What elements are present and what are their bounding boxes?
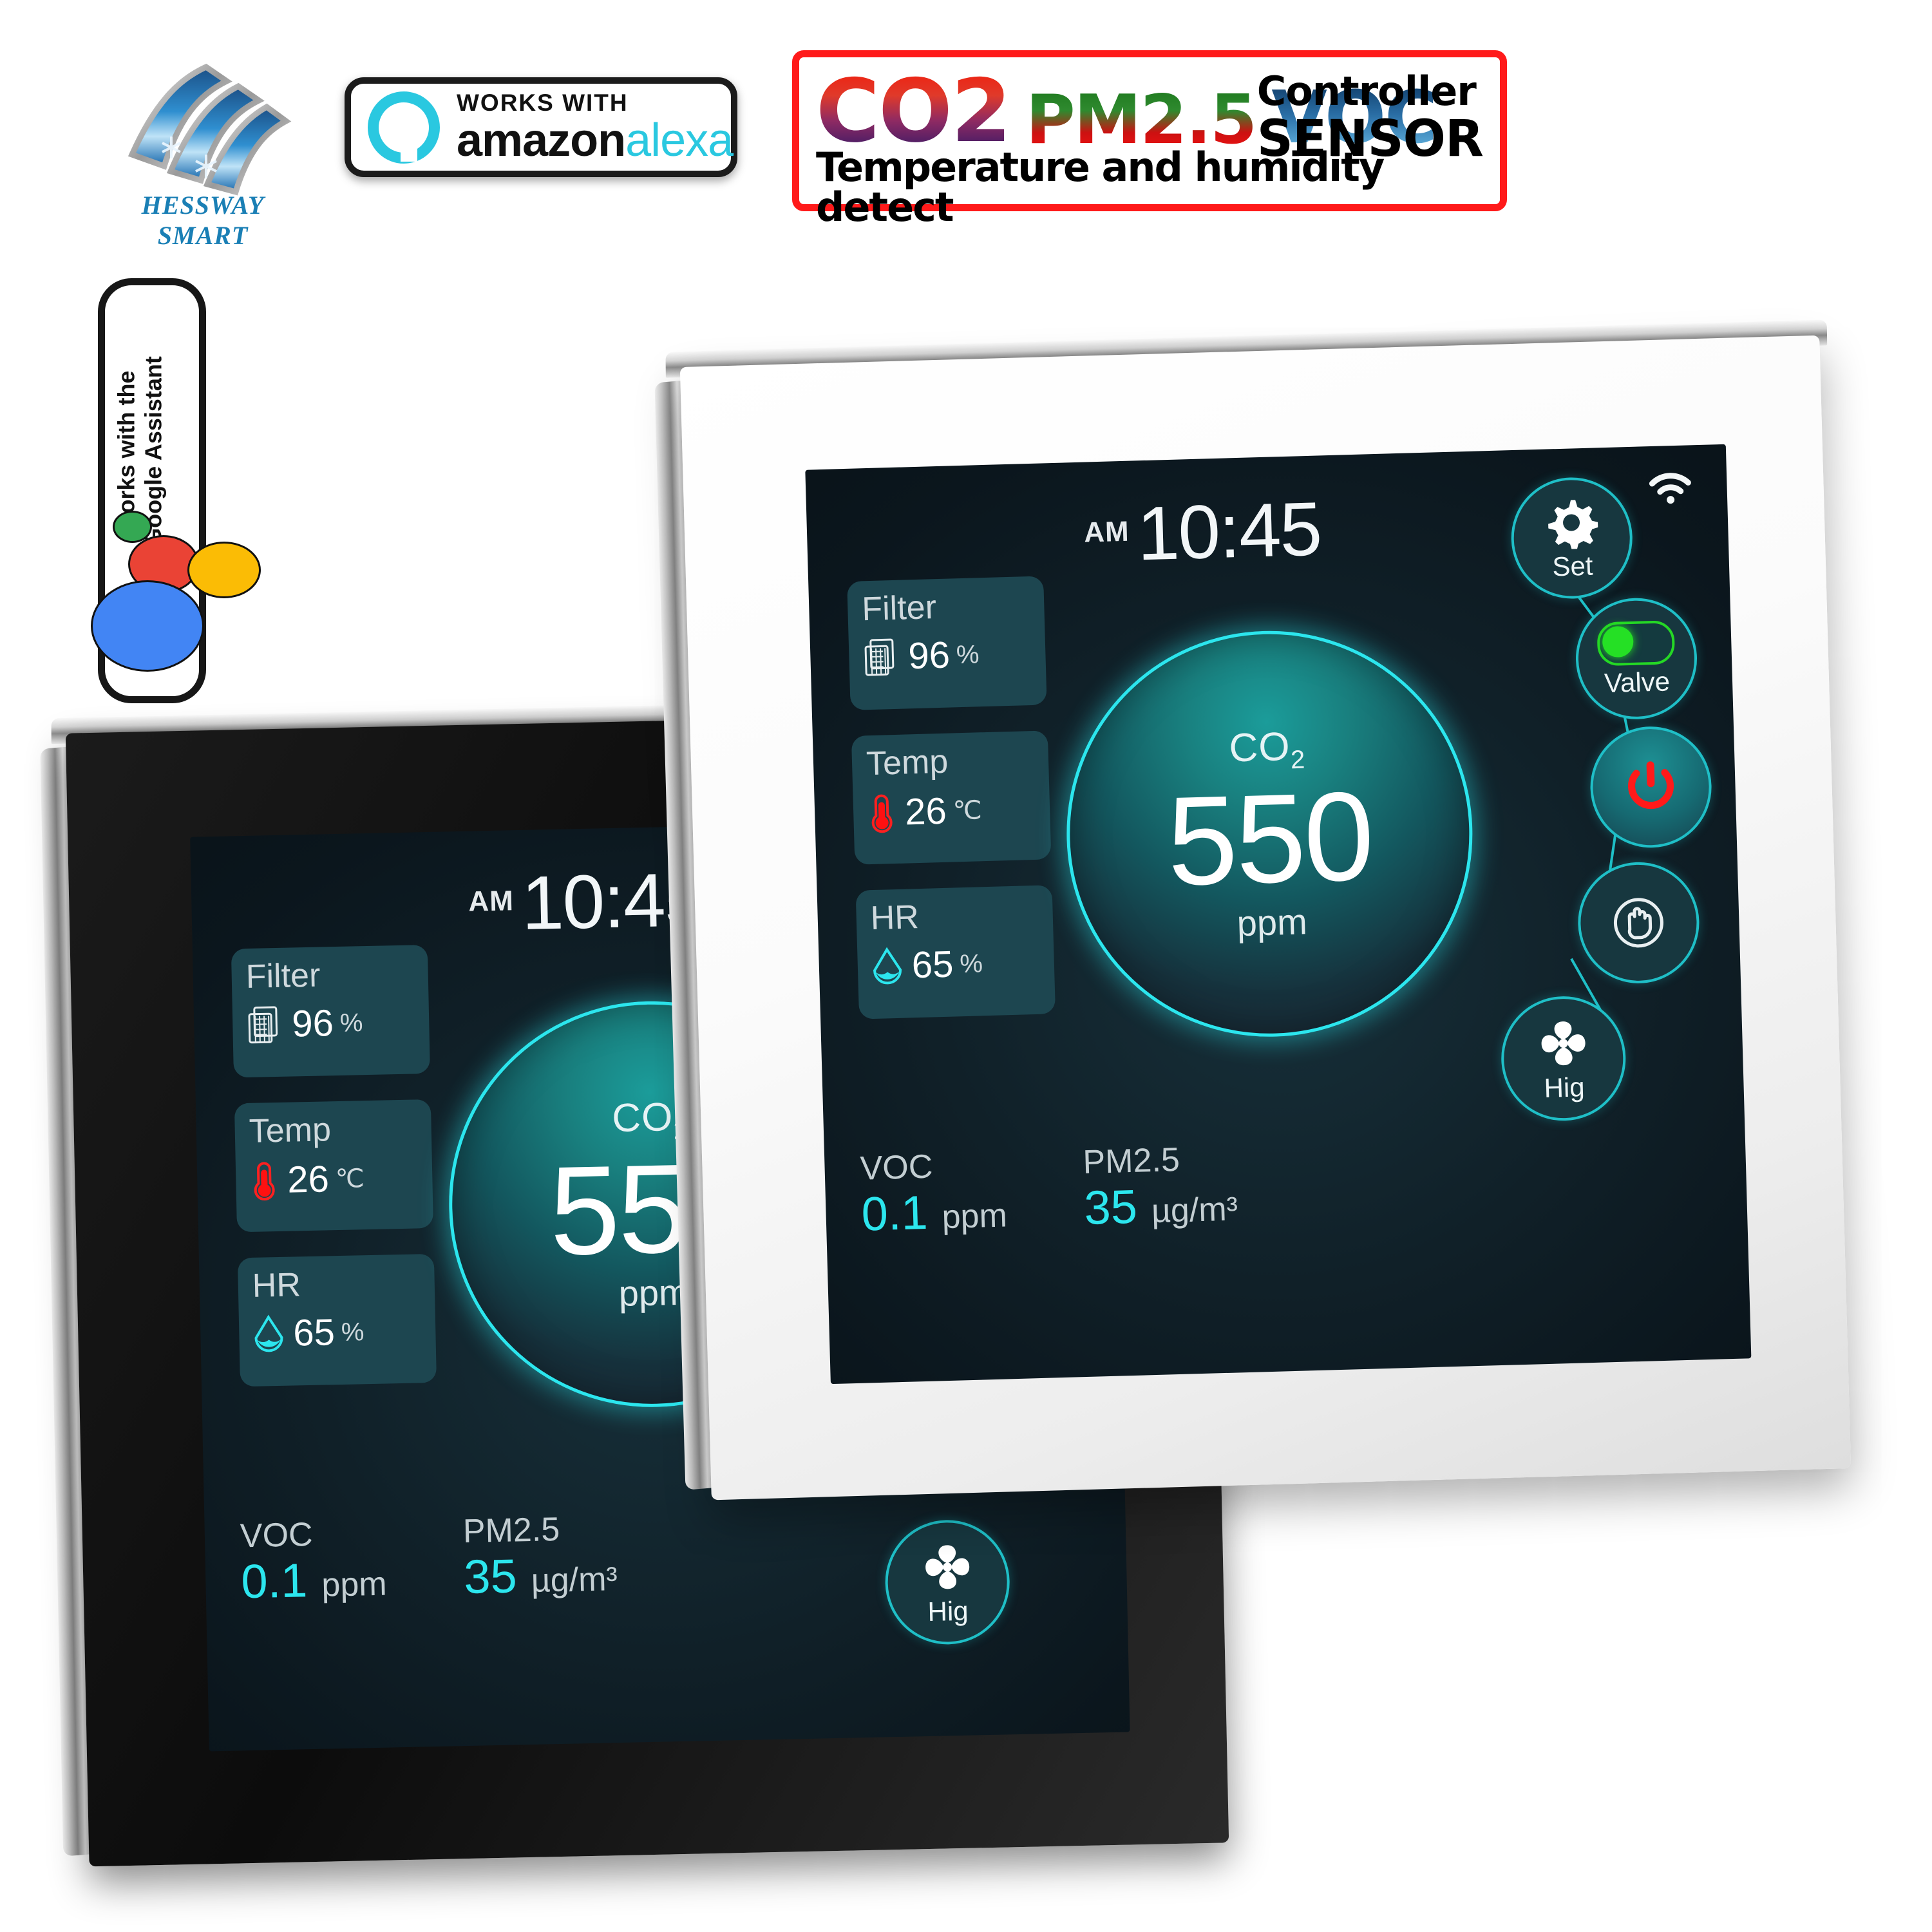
product-feature-banner: CO2 PM2.5 VOC Temperature and humidity d… — [792, 50, 1507, 227]
readout-pm25-value: 35 — [463, 1548, 518, 1604]
google-assistant-dots-icon — [91, 504, 261, 678]
readout-voc-unit-white: ppm — [941, 1196, 1008, 1236]
tile-filter-label-white: Filter — [861, 589, 937, 629]
device-panel-white: AM 10:45 Filter 96 % Temp 26 ℃ HR 65 % C… — [654, 319, 1852, 1501]
tile-temp-value: 26 — [287, 1158, 330, 1201]
readout-pm25-unit: µg/m³ — [531, 1560, 618, 1600]
banner-co2-label: CO2 — [816, 60, 1012, 162]
readout-pm25: PM2.5 35 µg/m³ — [462, 1510, 618, 1604]
tile-filter-unit: % — [339, 1008, 363, 1037]
readout-pm25-value-white: 35 — [1083, 1179, 1138, 1235]
filter-grid-icon — [864, 638, 895, 676]
readout-pm25-white: PM2.5 35 µg/m³ — [1082, 1141, 1238, 1235]
co2-gauge-white[interactable]: CO2 550 ppm — [1061, 625, 1479, 1043]
tile-filter-white[interactable]: Filter 96 % — [847, 576, 1047, 710]
tile-temp-label-white: Temp — [866, 743, 949, 783]
fan-speed-button[interactable]: Hig — [1499, 994, 1627, 1122]
hand-icon — [1613, 898, 1663, 948]
alexa-ring-icon — [368, 91, 440, 164]
tile-filter-value: 96 — [291, 1002, 334, 1045]
readout-voc-label-white: VOC — [859, 1148, 934, 1188]
alexa-alexa-label: alexa — [625, 115, 734, 166]
banner-pm25-label: PM2.5 — [1025, 80, 1257, 160]
readouts-row-black: VOC 0.1 ppm PM2.5 35 µg/m³ — [240, 1510, 618, 1608]
fan-speed-label-black: Hig — [927, 1595, 969, 1627]
tile-temp-label: Temp — [249, 1111, 332, 1150]
tile-humidity-white[interactable]: HR 65 % — [855, 885, 1056, 1019]
readout-pm25-unit-white: µg/m³ — [1151, 1189, 1238, 1230]
gear-icon — [1548, 500, 1599, 550]
tile-filter-value-white: 96 — [907, 634, 951, 677]
tile-humidity[interactable]: HR 65 % — [237, 1253, 437, 1387]
readout-voc-unit: ppm — [321, 1565, 388, 1604]
fan-icon — [925, 1544, 969, 1589]
readout-pm25-label-white: PM2.5 — [1082, 1141, 1180, 1182]
power-button[interactable] — [1588, 724, 1714, 849]
readout-voc-value: 0.1 — [240, 1553, 308, 1608]
tile-humidity-value: 65 — [292, 1311, 336, 1354]
tile-filter-unit-white: % — [956, 639, 980, 669]
hessway-wordmark: HESSWAY SMART — [141, 191, 265, 250]
settings-label: Set — [1551, 550, 1594, 582]
tile-humidity-value-white: 65 — [911, 943, 954, 987]
toggle-icon[interactable] — [1596, 620, 1676, 667]
settings-button[interactable]: Set — [1510, 475, 1634, 601]
humidity-drop-icon — [873, 947, 902, 985]
works-with-alexa-badge: WORKS WITH amazonalexa — [345, 77, 737, 177]
clock-ampm: AM — [468, 884, 515, 918]
tile-temp[interactable]: Temp 26 ℃ — [234, 1099, 433, 1233]
filter-grid-icon — [248, 1006, 278, 1044]
snowflake-wave-logo-icon — [128, 63, 292, 196]
fan-speed-button-black[interactable]: Hig — [884, 1519, 1011, 1646]
tile-temp-white[interactable]: Temp 26 ℃ — [851, 730, 1052, 865]
readout-voc-white: VOC 0.1 ppm — [859, 1147, 1008, 1241]
co2-gauge-unit: ppm — [618, 1271, 690, 1314]
alexa-amazon-label: amazon — [457, 115, 626, 166]
manual-mode-button[interactable] — [1576, 860, 1701, 985]
fan-icon — [1541, 1021, 1586, 1065]
tile-humidity-label-white: HR — [869, 898, 920, 938]
power-icon — [1628, 761, 1674, 810]
device-white-screen: AM 10:45 Filter 96 % Temp 26 ℃ HR 65 % C… — [805, 444, 1752, 1385]
co2-gauge-unit-white: ppm — [1236, 901, 1308, 944]
humidity-drop-icon — [254, 1314, 283, 1352]
readout-voc-value-white: 0.1 — [860, 1185, 929, 1241]
thermometer-icon — [254, 1162, 275, 1201]
tile-filter[interactable]: Filter 96 % — [231, 945, 430, 1078]
tile-temp-unit: ℃ — [335, 1164, 365, 1194]
banner-controller-label: Controller — [1256, 68, 1477, 115]
valve-label: Valve — [1604, 666, 1671, 699]
works-with-google-assistant-badge: works with the Google Assistant — [91, 278, 261, 703]
clock-time-white: 10:45 — [1135, 486, 1322, 577]
hessway-logo: HESSWAY SMART — [97, 58, 309, 250]
tile-temp-unit-white: ℃ — [952, 796, 983, 826]
alexa-works-with-label: WORKS WITH — [457, 90, 629, 116]
clock-ampm-white: AM — [1083, 515, 1130, 549]
fan-speed-label: Hig — [1543, 1071, 1586, 1103]
tile-filter-label: Filter — [245, 956, 321, 996]
tile-humidity-unit-white: % — [959, 949, 983, 978]
tile-temp-value-white: 26 — [904, 790, 947, 833]
thermometer-icon — [871, 794, 893, 833]
readout-pm25-label: PM2.5 — [462, 1510, 560, 1551]
tile-humidity-unit: % — [341, 1317, 365, 1347]
tile-humidity-label: HR — [252, 1266, 301, 1305]
banner-sensor-label: SENSOR — [1256, 110, 1484, 168]
wifi-icon — [1649, 473, 1691, 504]
co2-gauge-value-white: 550 — [1165, 765, 1374, 913]
readout-voc-label: VOC — [240, 1515, 314, 1555]
readout-voc: VOC 0.1 ppm — [240, 1515, 388, 1608]
clock-white: AM 10:45 — [1083, 486, 1322, 577]
readouts-row-white: VOC 0.1 ppm PM2.5 35 µg/m³ — [859, 1141, 1238, 1241]
